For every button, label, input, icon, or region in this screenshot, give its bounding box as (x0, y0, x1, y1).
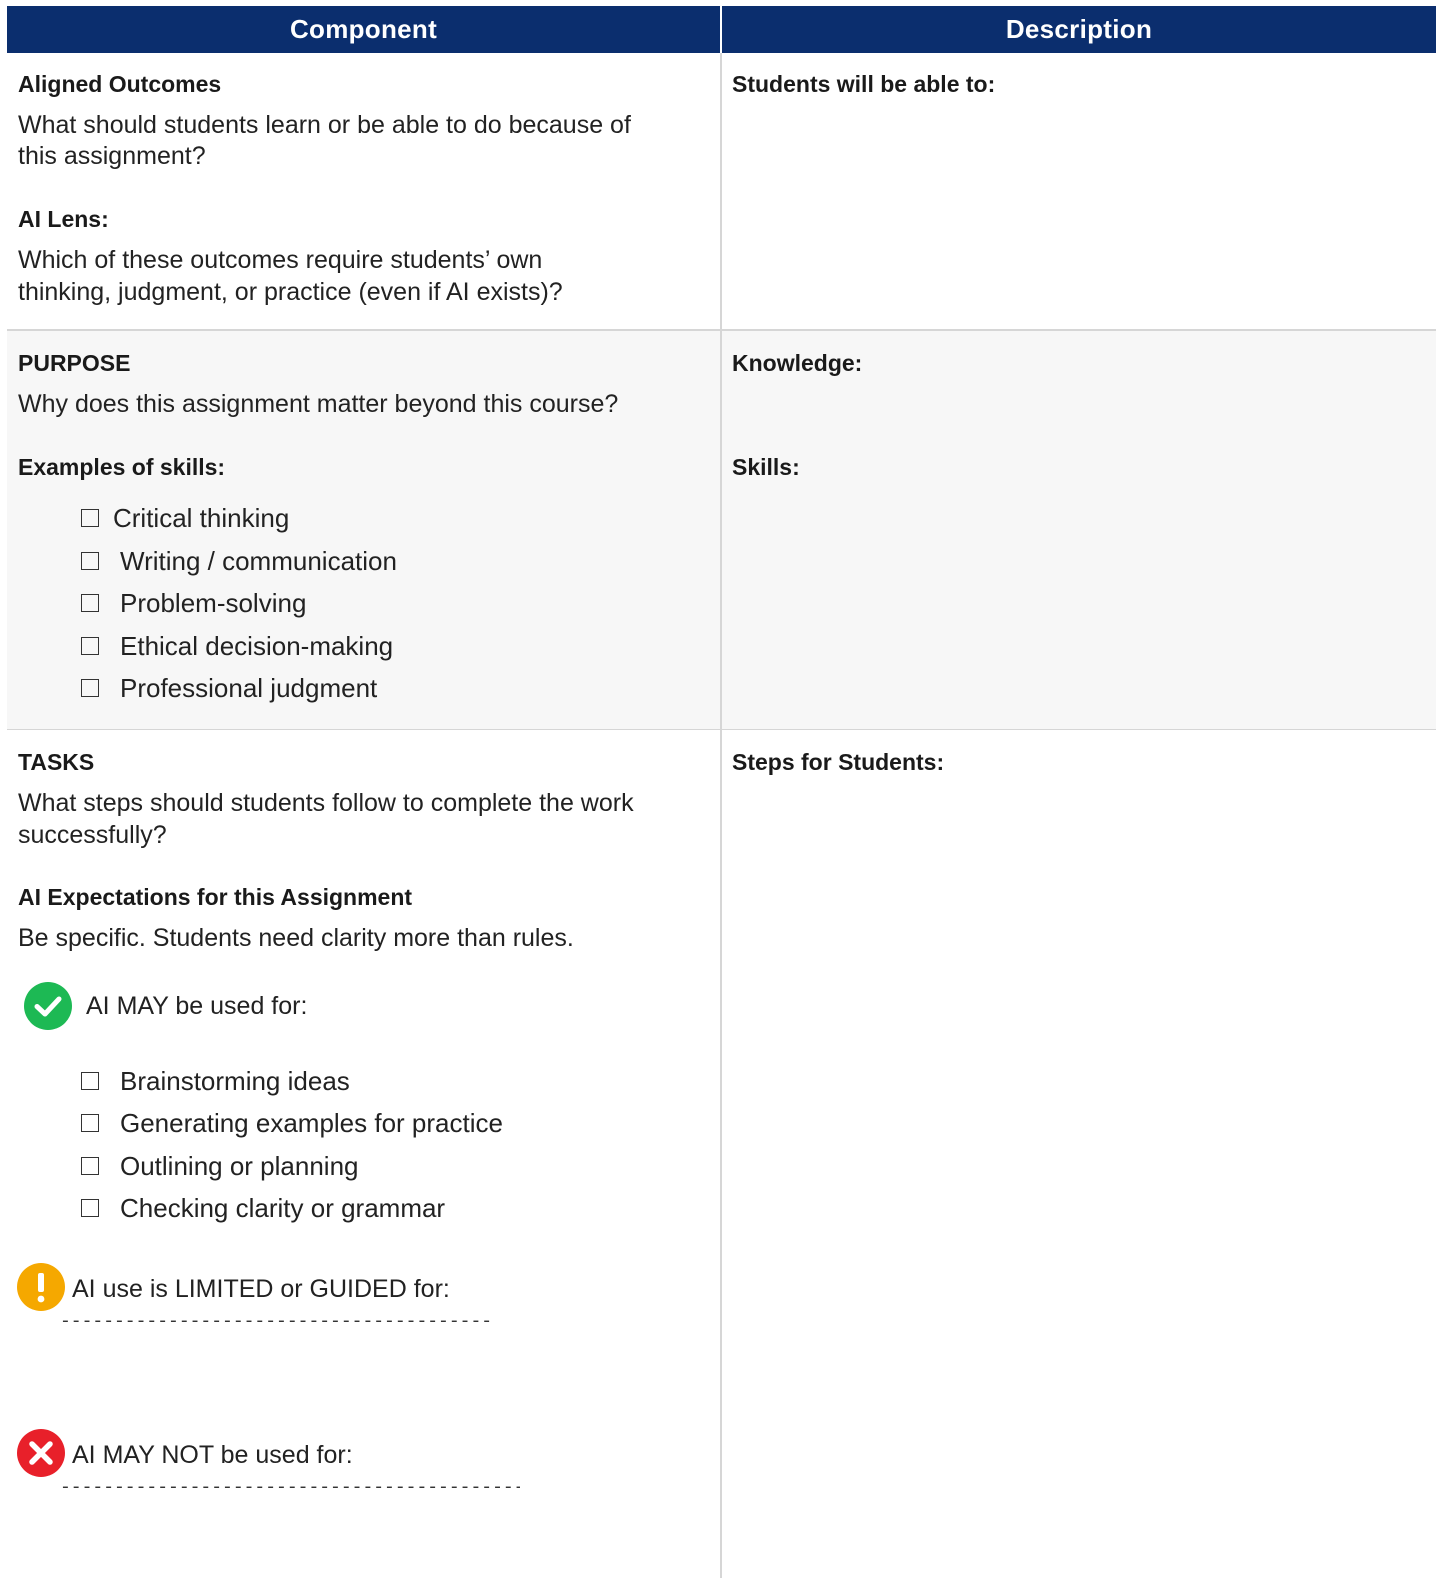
tasks-title: TASKS (18, 749, 95, 775)
skill-checkbox[interactable] (81, 637, 99, 655)
ai-may-item: Generating examples for practice (120, 1108, 503, 1138)
skill-checkbox[interactable] (81, 679, 99, 697)
x-circle-icon (17, 1429, 65, 1477)
ai-may-checkbox[interactable] (81, 1114, 99, 1132)
ai-lens-line1: Which of these outcomes require students… (18, 246, 543, 274)
purpose-question: Why does this assignment matter beyond t… (18, 390, 619, 418)
ai-may-checkbox[interactable] (81, 1072, 99, 1090)
ai-lens-title: AI Lens: (18, 206, 109, 232)
column-divider (720, 53, 722, 1578)
skill-checkbox[interactable] (81, 552, 99, 570)
outcomes-question-line2: this assignment? (18, 142, 206, 170)
outcomes-title: Aligned Outcomes (18, 71, 222, 97)
ai-limited-blank: ----------------------------------------… (60, 1312, 493, 1332)
skill-label: Critical thinking (113, 503, 290, 533)
header-description: Description (722, 6, 1436, 53)
ai-expectations-subtitle: Be specific. Students need clarity more … (18, 924, 574, 952)
header-component: Component (7, 6, 720, 53)
skill-label: Ethical decision-making (120, 631, 394, 661)
check-circle-icon (24, 982, 72, 1030)
ai-lens-line2: thinking, judgment, or practice (even if… (18, 278, 563, 306)
ai-may-label: AI MAY be used for: (86, 992, 308, 1020)
students-able-label: Students will be able to: (732, 71, 996, 97)
skills-examples-title: Examples of skills: (18, 454, 226, 480)
skill-label: Professional judgment (120, 673, 378, 703)
ai-may-item: Brainstorming ideas (120, 1066, 350, 1096)
steps-label: Steps for Students: (732, 749, 945, 775)
ai-may-checkbox[interactable] (81, 1157, 99, 1175)
assignment-design-table: Component Description Aligned Outcomes W… (7, 6, 1436, 1578)
ai-not-blank: ----------------------------------------… (60, 1478, 520, 1498)
ai-limited-label: AI use is LIMITED or GUIDED for: (72, 1275, 450, 1303)
ai-expectations-title: AI Expectations for this Assignment (18, 884, 413, 910)
purpose-title: PURPOSE (18, 350, 131, 376)
skills-label: Skills: (732, 454, 800, 480)
knowledge-label: Knowledge: (732, 350, 863, 376)
skill-checkbox[interactable] (81, 594, 99, 612)
tasks-question-line2: successfully? (18, 821, 167, 849)
tasks-question-line1: What steps should students follow to com… (18, 789, 634, 817)
skill-label: Writing / communication (120, 546, 397, 576)
skill-checkbox[interactable] (81, 509, 99, 527)
ai-may-checkbox[interactable] (81, 1199, 99, 1217)
ai-may-item: Checking clarity or grammar (120, 1193, 446, 1223)
skill-label: Problem-solving (120, 588, 307, 618)
exclamation-circle-icon (17, 1263, 65, 1311)
ai-not-label: AI MAY NOT be used for: (72, 1441, 353, 1469)
ai-may-item: Outlining or planning (120, 1151, 359, 1181)
outcomes-question-line1: What should students learn or be able to… (18, 111, 631, 139)
